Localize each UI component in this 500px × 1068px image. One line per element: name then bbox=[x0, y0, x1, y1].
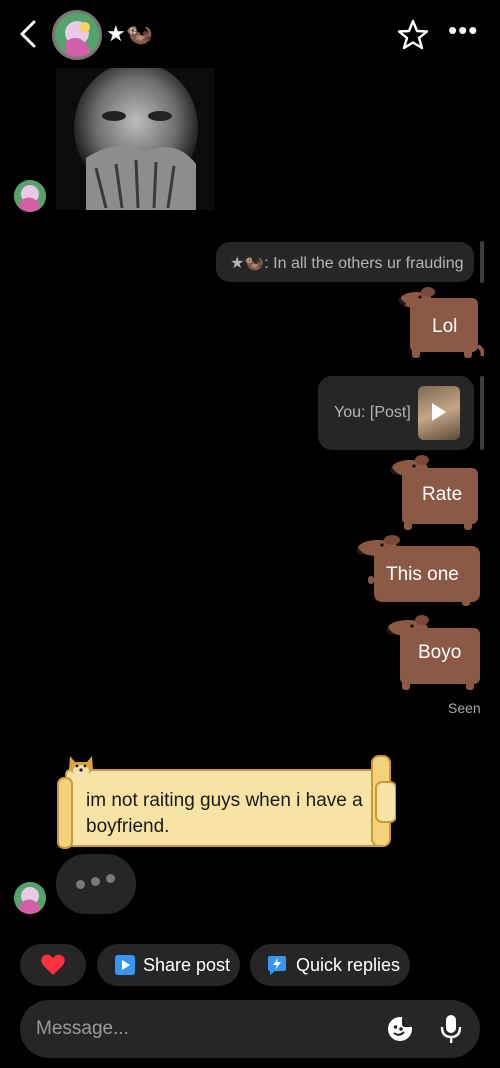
back-button[interactable] bbox=[14, 18, 44, 50]
heart-icon bbox=[41, 954, 65, 975]
seen-status: Seen bbox=[448, 700, 481, 716]
message-input[interactable] bbox=[36, 1018, 376, 1040]
contact-name[interactable]: ★🦦 bbox=[106, 22, 153, 47]
heart-reaction-button[interactable] bbox=[20, 944, 86, 986]
share-post-button[interactable]: Share post bbox=[97, 944, 240, 986]
avatar-image bbox=[55, 13, 99, 57]
message-text: im not raiting guys when i have a boyfri… bbox=[86, 790, 363, 837]
chevron-left-icon bbox=[20, 20, 36, 48]
more-options-button[interactable]: ••• bbox=[448, 17, 482, 50]
favorite-button[interactable] bbox=[396, 18, 430, 52]
contact-avatar[interactable] bbox=[52, 10, 102, 60]
reply-preview[interactable]: ★🦦: In all the others ur frauding bbox=[216, 242, 474, 282]
reply-indicator-bar bbox=[480, 376, 484, 450]
chat-header: ★🦦 ••• bbox=[0, 0, 500, 68]
doge-icon bbox=[66, 752, 96, 780]
portrait-image bbox=[56, 68, 214, 210]
star-icon bbox=[397, 19, 429, 50]
typing-dot bbox=[76, 880, 85, 889]
voice-message-button[interactable] bbox=[440, 1014, 462, 1044]
lightning-chat-icon bbox=[268, 956, 286, 975]
post-thumbnail[interactable] bbox=[418, 386, 460, 440]
reply-indicator-bar bbox=[480, 241, 484, 283]
sticker-message-lol[interactable]: Lol bbox=[398, 286, 484, 360]
sticker-message-boyo[interactable]: Boyo bbox=[386, 614, 484, 690]
quick-replies-button[interactable]: Quick replies bbox=[250, 944, 410, 986]
incoming-message-bubble[interactable]: im not raiting guys when i have a boyfri… bbox=[56, 752, 397, 850]
sticker-text: This one bbox=[386, 564, 459, 585]
shared-post-preview[interactable]: You: [Post] bbox=[318, 376, 474, 450]
sticker-text: Boyo bbox=[418, 642, 462, 663]
share-post-icon bbox=[115, 955, 135, 975]
avatar-image bbox=[14, 882, 46, 914]
sticker-text: Lol bbox=[432, 316, 458, 337]
sticker-message-rate[interactable]: Rate bbox=[390, 454, 484, 530]
play-icon bbox=[432, 403, 446, 421]
microphone-icon bbox=[440, 1015, 462, 1043]
sticker-message-this-one[interactable]: This one bbox=[356, 534, 484, 606]
post-label: You: [Post] bbox=[334, 404, 411, 421]
quick-replies-label: Quick replies bbox=[296, 955, 401, 975]
typing-dot bbox=[91, 877, 100, 886]
sender-avatar[interactable] bbox=[14, 180, 46, 212]
avatar-image bbox=[14, 180, 46, 212]
sticker-smiley-icon bbox=[388, 1017, 412, 1041]
sticker-button[interactable] bbox=[386, 1015, 414, 1043]
typing-dot bbox=[106, 874, 115, 883]
sender-avatar[interactable] bbox=[14, 882, 46, 914]
shared-photo[interactable] bbox=[56, 68, 214, 210]
share-post-label: Share post bbox=[143, 955, 231, 975]
sticker-text: Rate bbox=[422, 484, 463, 505]
typing-indicator bbox=[56, 854, 136, 914]
message-composer bbox=[20, 1000, 480, 1058]
